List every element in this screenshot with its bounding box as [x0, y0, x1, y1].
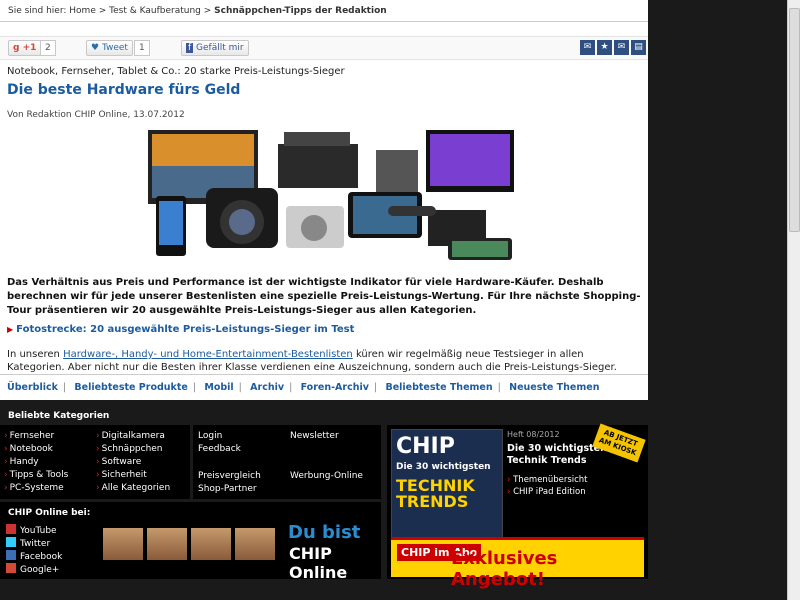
article-page: Sie sind hier: Home > Test & Kaufberatun…: [0, 0, 648, 400]
google-plus-button[interactable]: g +1: [8, 40, 42, 56]
preisvergleich-link[interactable]: Preisvergleich: [198, 471, 261, 481]
login-link[interactable]: Login: [198, 431, 222, 441]
service-links-box: Login Feedback Preisvergleich Shop-Partn…: [193, 425, 381, 499]
slogan-du-bist: Du bist: [288, 522, 361, 543]
scrollbar-thumb[interactable]: [789, 8, 800, 232]
twitter-icon: [6, 537, 16, 547]
breadcrumb: Sie sind hier: Home > Test & Kaufberatun…: [0, 0, 648, 22]
fotostrecke-label: Fotostrecke: 20 ausgewählte Preis-Leistu…: [16, 324, 355, 335]
mail-icon[interactable]: ✉: [614, 40, 629, 55]
twitter-link[interactable]: Twitter: [6, 537, 50, 549]
category-link[interactable]: › Schnäppchen: [96, 444, 163, 454]
category-link[interactable]: › Fernseher: [4, 431, 54, 441]
chip-online-bei: CHIP Online bei:: [8, 508, 91, 518]
cover-number: Die 30 wichtigsten: [396, 462, 491, 472]
nav-ueberblick[interactable]: Überblick: [7, 382, 58, 393]
tweet-label: Tweet: [101, 43, 128, 53]
category-link[interactable]: › Digitalkamera: [96, 431, 165, 441]
youtube-link[interactable]: YouTube: [6, 524, 57, 536]
werbung-online-link[interactable]: Werbung-Online: [290, 471, 363, 481]
footer-heading: Beliebte Kategorien: [8, 411, 110, 421]
person-photo: [191, 528, 231, 560]
twitter-bird-icon: ♥: [91, 43, 100, 53]
google-plus-link[interactable]: Google+: [6, 563, 59, 575]
fotostrecke-link[interactable]: ▶ Fotostrecke: 20 ausgewählte Preis-Leist…: [7, 324, 354, 335]
article-byline: Von Redaktion CHIP Online, 13.07.2012: [7, 110, 185, 120]
body-pre: In unseren: [7, 349, 60, 360]
issue-label: Heft 08/2012: [507, 430, 560, 439]
promo-item-link[interactable]: › Themenübersicht: [507, 475, 588, 485]
category-link[interactable]: › Handy: [4, 457, 39, 467]
arrow-right-icon: ▶: [7, 325, 14, 334]
nav-beliebteste-themen[interactable]: Beliebteste Themen: [385, 382, 492, 393]
facebook-icon: [6, 550, 16, 560]
hero-image: [148, 130, 514, 260]
comment-icon[interactable]: ✉: [580, 40, 595, 55]
category-link[interactable]: › Sicherheit: [96, 470, 147, 480]
nav-foren-archiv[interactable]: Foren-Archiv: [301, 382, 369, 393]
category-link[interactable]: › Alle Kategorien: [96, 483, 170, 493]
google-plus-icon: g: [13, 43, 20, 53]
google-plus-count: 2: [40, 40, 56, 56]
feedback-link[interactable]: Feedback: [198, 444, 241, 454]
article-title: Die beste Hardware fürs Geld: [7, 82, 241, 98]
article-kicker: Notebook, Fernseher, Tablet & Co.: 20 st…: [7, 66, 345, 77]
promo-item-link[interactable]: › CHIP iPad Edition: [507, 487, 586, 497]
share-bar: g +1 2 ♥ Tweet 1 f Gefällt mir ✉ ★ ✉ ▤: [0, 36, 648, 60]
category-link[interactable]: › Notebook: [4, 444, 53, 454]
facebook-link[interactable]: Facebook: [6, 550, 62, 562]
promo-headline[interactable]: Die 30 wichtigsten Technik Trends: [507, 443, 607, 467]
category-link[interactable]: › Software: [96, 457, 141, 467]
shop-partner-link[interactable]: Shop-Partner: [198, 484, 257, 494]
cover-headline: TECHNIK TRENDS: [396, 476, 475, 511]
breadcrumb-test[interactable]: Test & Kaufberatung: [109, 6, 201, 16]
breadcrumb-sep: >: [98, 6, 107, 16]
abo-banner[interactable]: CHIP im Abo Exklusives Angebot!: [391, 537, 644, 590]
breadcrumb-current: Schnäppchen-Tipps der Redaktion: [214, 6, 387, 16]
facebook-icon: f: [186, 43, 194, 53]
google-plus-icon: [6, 563, 16, 573]
person-photo: [147, 528, 187, 560]
people-photos: [103, 528, 275, 560]
magazine-promo[interactable]: CHIP Die 30 wichtigsten TECHNIK TRENDS H…: [387, 423, 648, 590]
person-photo: [235, 528, 275, 560]
star-icon[interactable]: ★: [597, 40, 612, 55]
social-box: CHIP Online bei: YouTube Twitter Faceboo…: [0, 502, 381, 582]
vertical-scrollbar[interactable]: [787, 0, 800, 600]
article-tools: ✉ ★ ✉ ▤: [580, 40, 646, 55]
nav-beliebteste-produkte[interactable]: Beliebteste Produkte: [74, 382, 187, 393]
categories-box: › Fernseher › Notebook › Handy › Tipps & Too…: [0, 425, 190, 499]
bestenlisten-link[interactable]: Hardware-, Handy- und Home-Entertainment…: [63, 349, 353, 360]
article-body: In unseren Hardware-, Handy- und Home-En…: [7, 348, 643, 374]
facebook-like-button[interactable]: f Gefällt mir: [181, 40, 249, 56]
category-link[interactable]: › PC-Systeme: [4, 483, 64, 493]
breadcrumb-prefix: Sie sind hier:: [8, 6, 67, 16]
google-plus-label: +1: [22, 43, 37, 53]
slogan-chip-online: CHIP Online: [289, 544, 348, 582]
nav-neueste-themen[interactable]: Neueste Themen: [509, 382, 599, 393]
youtube-icon: [6, 524, 16, 534]
print-icon[interactable]: ▤: [631, 40, 646, 55]
nav-mobil[interactable]: Mobil: [204, 382, 233, 393]
category-link[interactable]: › Tipps & Tools: [4, 470, 68, 480]
tweet-button[interactable]: ♥ Tweet: [86, 40, 133, 56]
cover-logo: CHIP: [396, 434, 455, 459]
footer-nav: Überblick | Beliebteste Produkte | Mobil | …: [0, 374, 648, 400]
tweet-count: 1: [134, 40, 150, 56]
facebook-like-label: Gefällt mir: [196, 43, 244, 53]
abo-offer: Exklusives Angebot!: [451, 548, 558, 590]
person-photo: [103, 528, 143, 560]
nav-archiv[interactable]: Archiv: [250, 382, 284, 393]
newsletter-link[interactable]: Newsletter: [290, 431, 339, 441]
article-intro: Das Verhältnis aus Preis und Performance…: [7, 277, 641, 316]
breadcrumb-sep: >: [203, 6, 212, 16]
breadcrumb-home[interactable]: Home: [69, 6, 96, 16]
